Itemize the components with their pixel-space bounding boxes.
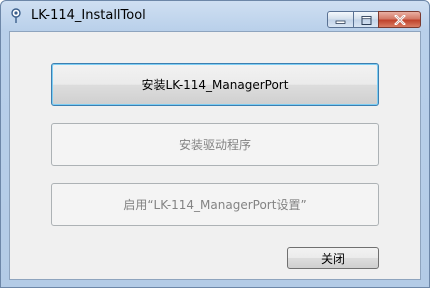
minimize-button[interactable] bbox=[327, 11, 354, 28]
close-icon bbox=[393, 10, 406, 29]
enable-managerport-settings-button[interactable]: 启用“LK-114_ManagerPort设置” bbox=[51, 183, 379, 226]
minimize-icon bbox=[335, 10, 346, 29]
maximize-button[interactable] bbox=[353, 11, 379, 28]
install-driver-button[interactable]: 安装驱动程序 bbox=[51, 123, 379, 166]
dialog-body: 安装LK-114_ManagerPort 安装驱动程序 启用“LK-114_Ma… bbox=[9, 31, 421, 280]
maximize-icon bbox=[361, 10, 372, 29]
title-bar[interactable]: LK-114_InstallTool bbox=[1, 1, 429, 31]
app-window: LK-114_InstallTool 安装LK-114_ManagerPort … bbox=[0, 0, 430, 288]
close-window-button[interactable] bbox=[378, 11, 421, 28]
install-managerport-button[interactable]: 安装LK-114_ManagerPort bbox=[51, 63, 379, 106]
window-title: LK-114_InstallTool bbox=[31, 8, 146, 23]
close-button[interactable]: 关闭 bbox=[287, 247, 379, 269]
pin-icon bbox=[9, 8, 23, 24]
